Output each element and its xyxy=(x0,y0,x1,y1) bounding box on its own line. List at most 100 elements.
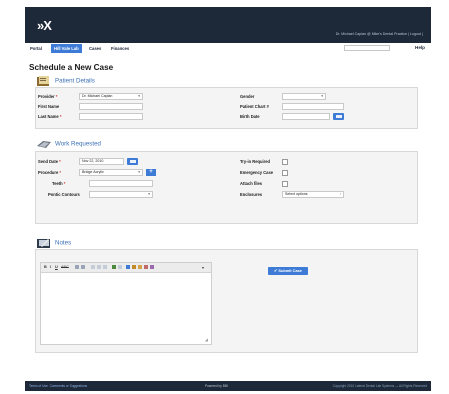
tryin-required-checkbox[interactable] xyxy=(282,159,288,165)
paste-icon[interactable] xyxy=(132,265,136,269)
emergency-case-checkbox[interactable] xyxy=(282,170,288,176)
patient-details-title: Patient Details xyxy=(55,77,95,85)
quote-icon[interactable] xyxy=(103,265,107,269)
calendar-icon[interactable] xyxy=(127,158,138,165)
required-marker: * xyxy=(63,181,66,186)
notes-title: Notes xyxy=(55,239,72,247)
help-link[interactable]: Help xyxy=(415,45,425,50)
undo-icon[interactable] xyxy=(126,265,130,269)
patient-chart-field[interactable] xyxy=(282,103,344,110)
nav-bar: Portal Hill Vale Lab Cases Finances Help xyxy=(25,43,431,54)
search-input[interactable] xyxy=(344,45,390,51)
required-marker: * xyxy=(59,114,62,119)
underline-button[interactable]: U xyxy=(55,265,58,269)
numbered-list-icon[interactable] xyxy=(81,265,85,269)
top-bar: »X Dr. Michael Caplan @ Mike's Dental Pr… xyxy=(25,7,431,43)
outdent-icon[interactable] xyxy=(97,265,101,269)
footer-links: Terms of Use Comments or Suggestions xyxy=(29,381,87,391)
procedure-select[interactable]: Bridge Acrylic ▾ xyxy=(79,169,143,176)
patient-details-panel: Provider * Dr. Michael Caplan ▾ First Nam… xyxy=(35,87,418,129)
last-name-label-text: Last Name xyxy=(38,114,59,119)
chevron-down-icon[interactable]: ▾ xyxy=(202,265,204,270)
submit-case-button[interactable]: ✔ Submit Case xyxy=(268,267,308,275)
comments-link[interactable]: Comments or Suggestions xyxy=(50,384,88,388)
notes-panel: B I U ABC ▾ ◢ ✔ Submit Case xyxy=(35,249,418,353)
paste-text-icon[interactable] xyxy=(138,265,142,269)
first-name-field[interactable] xyxy=(79,103,143,110)
add-procedure-button[interactable]: + xyxy=(146,169,156,176)
paste-word-icon[interactable] xyxy=(144,265,148,269)
enclosures-select[interactable]: Select options › xyxy=(282,191,344,198)
attach-files-checkbox[interactable] xyxy=(282,181,288,187)
tab-finances[interactable]: Finances xyxy=(108,44,132,53)
last-name-field[interactable] xyxy=(79,113,143,120)
teeth-field[interactable] xyxy=(89,180,153,187)
send-date-label-text: Send Date xyxy=(38,159,59,164)
patient-details-heading: Patient Details xyxy=(37,76,95,86)
terms-link[interactable]: Terms of Use xyxy=(29,384,48,388)
tab-portal[interactable]: Portal xyxy=(27,44,45,53)
patient-chart-label: Patient Chart # xyxy=(240,104,269,109)
footer: Terms of Use Comments or Suggestions Pow… xyxy=(25,381,431,391)
send-date-value: Nov 22, 2010 xyxy=(82,159,104,163)
work-requested-title: Work Requested xyxy=(55,140,101,148)
pontic-contours-label: Pontic Contours xyxy=(48,192,80,197)
tab-cases[interactable]: Cases xyxy=(86,44,104,53)
copyright: Copyright 2010 Lateral Dental Lab System… xyxy=(332,384,427,388)
required-marker: * xyxy=(55,94,58,99)
bold-button[interactable]: B xyxy=(44,265,47,269)
bullet-list-icon[interactable] xyxy=(75,265,79,269)
powered-by: Powered by BBI xyxy=(205,384,228,388)
work-requested-heading: Work Requested xyxy=(37,139,101,149)
chevron-down-icon: ▾ xyxy=(138,94,140,98)
image-icon[interactable] xyxy=(112,265,116,269)
patient-folder-icon xyxy=(37,76,49,86)
provider-select[interactable]: Dr. Michael Caplan ▾ xyxy=(79,93,143,100)
chevron-down-icon: ▾ xyxy=(321,94,323,98)
pontic-contours-select[interactable]: ▾ xyxy=(89,191,153,198)
table-icon[interactable] xyxy=(150,265,154,269)
chevron-down-icon: ▾ xyxy=(138,170,140,174)
procedure-value: Bridge Acrylic xyxy=(82,170,104,174)
procedure-label-text: Procedure xyxy=(38,170,59,175)
app-window: »X Dr. Michael Caplan @ Mike's Dental Pr… xyxy=(25,7,431,391)
gender-select[interactable]: ▾ xyxy=(282,93,326,100)
required-marker: * xyxy=(59,159,61,164)
birth-date-field[interactable] xyxy=(282,113,330,120)
send-date-label: Send Date * xyxy=(38,159,61,164)
page-title: Schedule a New Case xyxy=(29,63,114,72)
tryin-required-label: Try-in Required xyxy=(240,159,271,164)
tab-hill-vale-lab[interactable]: Hill Vale Lab xyxy=(51,44,82,53)
calendar-icon[interactable] xyxy=(333,113,344,120)
logo: »X xyxy=(37,18,52,33)
enclosures-label: Enclosures xyxy=(240,192,263,197)
main-content: Schedule a New Case Patient Details Prov… xyxy=(25,54,431,381)
link-icon[interactable] xyxy=(118,265,122,269)
submit-case-label: Submit Case xyxy=(278,268,302,273)
work-requested-panel: Send Date * Nov 22, 2010 Procedure * Bri… xyxy=(35,151,418,224)
user-info-line[interactable]: Dr. Michael Caplan @ Mike's Dental Pract… xyxy=(336,32,423,36)
notes-heading: Notes xyxy=(37,238,71,248)
provider-label: Provider * xyxy=(38,94,57,99)
editor-toolbar: B I U ABC ▾ xyxy=(41,263,211,273)
provider-label-text: Provider xyxy=(38,94,55,99)
send-date-field[interactable]: Nov 22, 2010 xyxy=(79,158,124,165)
indent-icon[interactable] xyxy=(91,265,95,269)
notes-editor[interactable]: B I U ABC ▾ ◢ xyxy=(40,262,212,345)
strikethrough-button[interactable]: ABC xyxy=(61,265,69,269)
last-name-label: Last Name * xyxy=(38,114,61,119)
italic-button[interactable]: I xyxy=(50,265,51,269)
provider-value: Dr. Michael Caplan xyxy=(82,94,113,98)
resize-handle-icon[interactable]: ◢ xyxy=(205,337,208,342)
procedure-label: Procedure * xyxy=(38,170,61,175)
attach-files-label: Attach files xyxy=(240,181,263,186)
dental-tools-icon xyxy=(37,141,51,148)
birth-date-label: Birth Date xyxy=(240,114,260,119)
teeth-label: Teeth * xyxy=(52,181,65,186)
notes-icon xyxy=(37,239,50,248)
chevron-down-icon: ▾ xyxy=(148,192,150,196)
emergency-case-label: Emergency Case xyxy=(240,170,273,175)
enclosures-value: Select options xyxy=(285,192,308,196)
chevron-right-icon: › xyxy=(339,192,341,196)
teeth-label-text: Teeth xyxy=(52,181,63,186)
